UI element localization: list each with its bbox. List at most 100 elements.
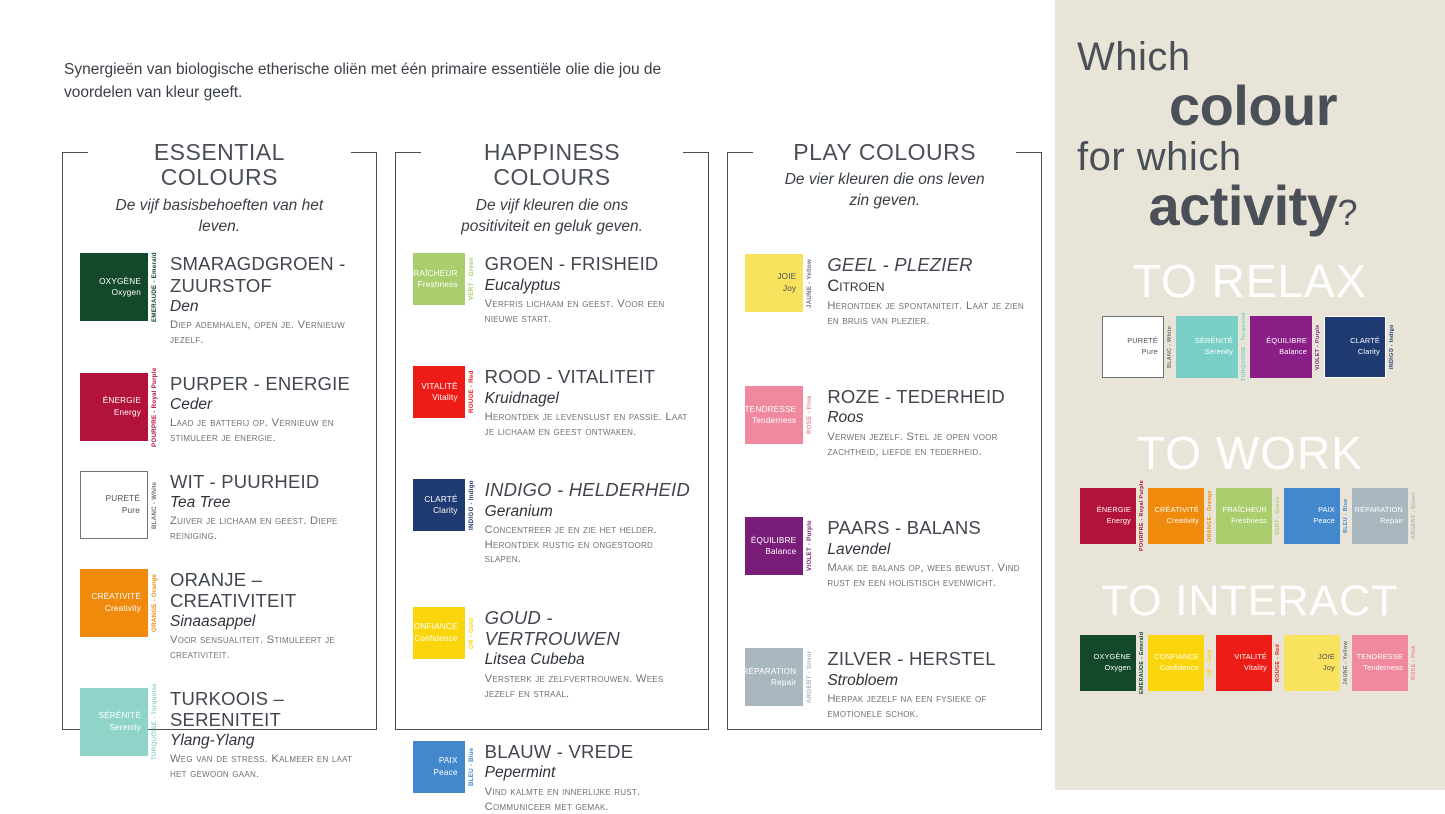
entry-oil-name: Geranium bbox=[484, 502, 553, 520]
entry-title: BLAUW - VREDE bbox=[484, 741, 634, 763]
entry-description: Diep ademhalen, open je. Vernieuw jezelf… bbox=[170, 318, 345, 346]
activity-swatch-vertical-label: OR - Gold bbox=[1207, 649, 1213, 677]
colour-swatch: SÉRÉNITÉ Serenity bbox=[80, 687, 148, 756]
colour-entry[interactable]: TENDRESSE Tenderness ROSE - Pink ROZE - TED… bbox=[744, 386, 1024, 459]
panel-headline: Which colour for which activity? bbox=[1077, 37, 1429, 234]
colour-entry[interactable]: VITALITÉ Vitality ROUGE - Red ROOD - VITALI… bbox=[412, 366, 692, 439]
column-title: PLAY COLOURS bbox=[785, 139, 985, 166]
colour-swatch: VITALITÉ Vitality bbox=[412, 366, 465, 419]
activity-swatch-item[interactable]: CRÉATIVITÉ Creativity ORANGE - Orange bbox=[1148, 488, 1216, 544]
entry-oil-name: Roos bbox=[827, 409, 864, 427]
colour-entry[interactable]: PURETÉ Pure BLANC - White WIT - PUURHEID Tea… bbox=[80, 470, 359, 544]
activity-swatch-label-fr: FRAÎCHEUR bbox=[1222, 505, 1267, 515]
activity-swatch-item[interactable]: SÉRÉNITÉ Serenity TURQUOISE - Turquoise bbox=[1176, 313, 1250, 381]
column-subtitle: De vier kleuren die ons leven zin geven. bbox=[784, 171, 985, 210]
activity-swatch-label-fr: SÉRÉNITÉ bbox=[1194, 336, 1233, 346]
colour-entry-text: ORANJE – CREATIVITEIT Sinaasappel Voor sen… bbox=[158, 569, 359, 663]
activity-swatch-label-en: Tenderness bbox=[1363, 663, 1403, 672]
entry-description: Laad je batterij op. Vernieuw en stimule… bbox=[170, 416, 334, 444]
colour-swatch: OXYGÈNE Oxygen bbox=[80, 253, 148, 322]
activity-swatch-item[interactable]: CLARTÉ Clarity INDIGO - Indigo bbox=[1324, 316, 1398, 378]
colour-entry[interactable]: CLARTÉ Clarity INDIGO - Indigo INDIGO - HEL… bbox=[412, 479, 692, 567]
entry-oil-name: Eucalyptus bbox=[484, 276, 561, 294]
activity-swatch-item[interactable]: FRAÎCHEUR Freshness VERT - Green bbox=[1216, 488, 1284, 544]
column-header: HAPPINESS COLOURS De vijf kleuren die ons… bbox=[395, 139, 710, 237]
entry-title: WIT - PUURHEID bbox=[170, 470, 320, 492]
entry-title: TURKOOIS – SERENITEIT bbox=[170, 687, 285, 730]
colour-entry[interactable]: ÉQUILIBRE Balance VIOLET - Purple PAARS - B… bbox=[745, 517, 1024, 590]
entry-oil-name: Den bbox=[170, 297, 199, 315]
colour-swatch: TENDRESSE Tenderness bbox=[744, 386, 804, 445]
colour-entry-text: TURKOOIS – SERENITEIT Ylang-Ylang Weg van … bbox=[158, 688, 359, 782]
column-header: PLAY COLOURS De vier kleuren die ons leve… bbox=[727, 139, 1042, 212]
activity-swatch-vertical-label: ARGENT - Silver bbox=[1411, 492, 1417, 540]
swatch-vertical-label: BLANC - White bbox=[151, 480, 158, 529]
activity-swatch-item[interactable]: ÉQUILIBRE Balance VIOLET - Purple bbox=[1250, 316, 1324, 378]
colour-swatch-group: VITALITÉ Vitality ROUGE - Red bbox=[412, 366, 475, 419]
activity-swatch-label-en: Clarity bbox=[1357, 347, 1380, 356]
colour-entry[interactable]: SÉRÉNITÉ Serenity TURQUOISE - Turquoise TUR… bbox=[80, 683, 359, 782]
activity-swatch-item[interactable]: ÉNERGIE Energy POURPRE - Royal Purple bbox=[1080, 480, 1148, 552]
entry-title: ROOD - VITALITEIT bbox=[484, 366, 656, 388]
activity-swatch-vertical-label: ROSE - Pink bbox=[1411, 645, 1417, 681]
activity-swatch-label-en: Creativity bbox=[1166, 516, 1199, 525]
activity-swatch-item[interactable]: PAIX Peace BLEU - Blue bbox=[1284, 488, 1352, 544]
activity-swatch-label-fr: PURETÉ bbox=[1127, 336, 1158, 346]
activity-swatch-item[interactable]: OXYGÈNE Oxygen EMERAUDE - Emerald bbox=[1080, 631, 1148, 695]
headline-colour: colour bbox=[1168, 74, 1338, 138]
swatch-vertical-label: EMERAUDE - Emerald bbox=[151, 252, 158, 323]
entry-title: GROEN - FRISHEID bbox=[484, 253, 659, 275]
colour-entry[interactable]: ÉNERGIE Energy POURPRE - Royal Purple PURPE… bbox=[80, 367, 359, 446]
entry-description: Zuiver je lichaam en geest. Diepe reinig… bbox=[170, 515, 338, 542]
colour-swatch-group: CLARTÉ Clarity INDIGO - Indigo bbox=[412, 479, 475, 532]
swatch-label-fr: PAIX bbox=[438, 756, 458, 766]
activity-swatch-label-en: Repair bbox=[1380, 516, 1403, 525]
swatch-vertical-label: ORANGE - Orange bbox=[151, 573, 158, 632]
column-entry-list: JOIE Joy JAUNE - Yellow GEEL - PLEZIER Citro… bbox=[727, 254, 1042, 721]
colour-entry[interactable]: JOIE Joy JAUNE - Yellow GEEL - PLEZIER Citro… bbox=[745, 254, 1024, 328]
colour-swatch-group: PURETÉ Pure BLANC - White bbox=[80, 470, 158, 539]
activity-swatch-label-fr: CRÉATIVITÉ bbox=[1154, 505, 1199, 515]
colour-entry[interactable]: OXYGÈNE Oxygen EMERAUDE - Emerald SMARAGDGR… bbox=[80, 253, 359, 347]
colour-entry-text: SMARAGDGROEN - ZUURSTOF Den Diep ademhalen… bbox=[158, 253, 359, 347]
swatch-label-fr: OXYGÈNE bbox=[99, 276, 141, 286]
entry-description: Concentreer je en zie het helder. Heront… bbox=[484, 523, 658, 566]
swatch-vertical-label: ROSE - Pink bbox=[806, 395, 814, 435]
colour-entry-text: BLAUW - VREDE Pepermint Vind kalmte en inn… bbox=[475, 741, 692, 814]
entry-oil-name: Tea Tree bbox=[170, 493, 231, 511]
swatch-label-fr: FRAÎCHEUR bbox=[408, 268, 458, 278]
activity-swatch-item[interactable]: JOIE Joy JAUNE - Yellow bbox=[1284, 635, 1352, 691]
colour-entry-text: GROEN - FRISHEID Eucalyptus Verfris lichaa… bbox=[475, 253, 692, 326]
swatch-label-en: Serenity bbox=[109, 722, 141, 732]
swatch-label-fr: JOIE bbox=[777, 272, 797, 282]
colour-entry[interactable]: RÉPARATION Repair ARGENT - Silver ZILVER - … bbox=[742, 648, 1024, 721]
colour-entry[interactable]: CRÉATIVITÉ Creativity ORANGE - Orange ORANJ… bbox=[80, 568, 359, 663]
swatch-vertical-label: INDIGO - Indigo bbox=[467, 480, 475, 531]
entry-oil-name: Pepermint bbox=[484, 764, 556, 782]
activity-swatch-label-en: Energy bbox=[1106, 516, 1131, 525]
colour-entry[interactable]: CONFIANCE Confidence OR - Gold GOUD - VERTR… bbox=[408, 607, 692, 701]
activity-swatch-item[interactable]: RÉPARATION Repair ARGENT - Silver bbox=[1352, 488, 1420, 544]
activity-swatch-item[interactable]: PURETÉ Pure BLANC - White bbox=[1102, 316, 1176, 378]
main-content-area: Synergieën van biologische etherische ol… bbox=[0, 0, 1055, 813]
activity-colour-swatch: CONFIANCE Confidence bbox=[1148, 635, 1204, 691]
colour-swatch: CLARTÉ Clarity bbox=[412, 479, 465, 532]
colour-entry[interactable]: FRAÎCHEUR Freshness VERT - Green GROEN - FR… bbox=[408, 253, 692, 326]
entry-title: PAARS - BALANS bbox=[827, 517, 981, 539]
swatch-label-fr: CRÉATIVITÉ bbox=[91, 591, 141, 601]
entry-oil-name: Strobloem bbox=[827, 671, 898, 689]
colour-swatch: ÉNERGIE Energy bbox=[80, 372, 148, 441]
colour-entry[interactable]: PAIX Peace BLEU - Blue BLAUW - VREDE Pepermi… bbox=[412, 741, 692, 814]
entry-title: SMARAGDGROEN - ZUURSTOF bbox=[170, 253, 346, 296]
swatch-label-en: Energy bbox=[113, 407, 141, 417]
colour-entry-text: WIT - PUURHEID Tea Tree Zuiver je lichaam … bbox=[158, 471, 359, 544]
activity-swatch-vertical-label: POURPRE - Royal Purple bbox=[1139, 480, 1145, 552]
headline-line-4: activity? bbox=[1077, 178, 1429, 234]
swatch-label-fr: RÉPARATION bbox=[742, 666, 797, 676]
colour-swatch-group: TENDRESSE Tenderness ROSE - Pink bbox=[744, 386, 814, 445]
activity-swatch-item[interactable]: VITALITÉ Vitality ROUGE - Red bbox=[1216, 635, 1284, 691]
activity-swatch-vertical-label: EMERAUDE - Emerald bbox=[1139, 631, 1145, 695]
activity-swatch-item[interactable]: CONFIANCE Confidence OR - Gold bbox=[1148, 635, 1216, 691]
activity-colour-swatch: VITALITÉ Vitality bbox=[1216, 635, 1272, 691]
activity-swatch-item[interactable]: TENDRESSE Tenderness ROSE - Pink bbox=[1352, 635, 1420, 691]
